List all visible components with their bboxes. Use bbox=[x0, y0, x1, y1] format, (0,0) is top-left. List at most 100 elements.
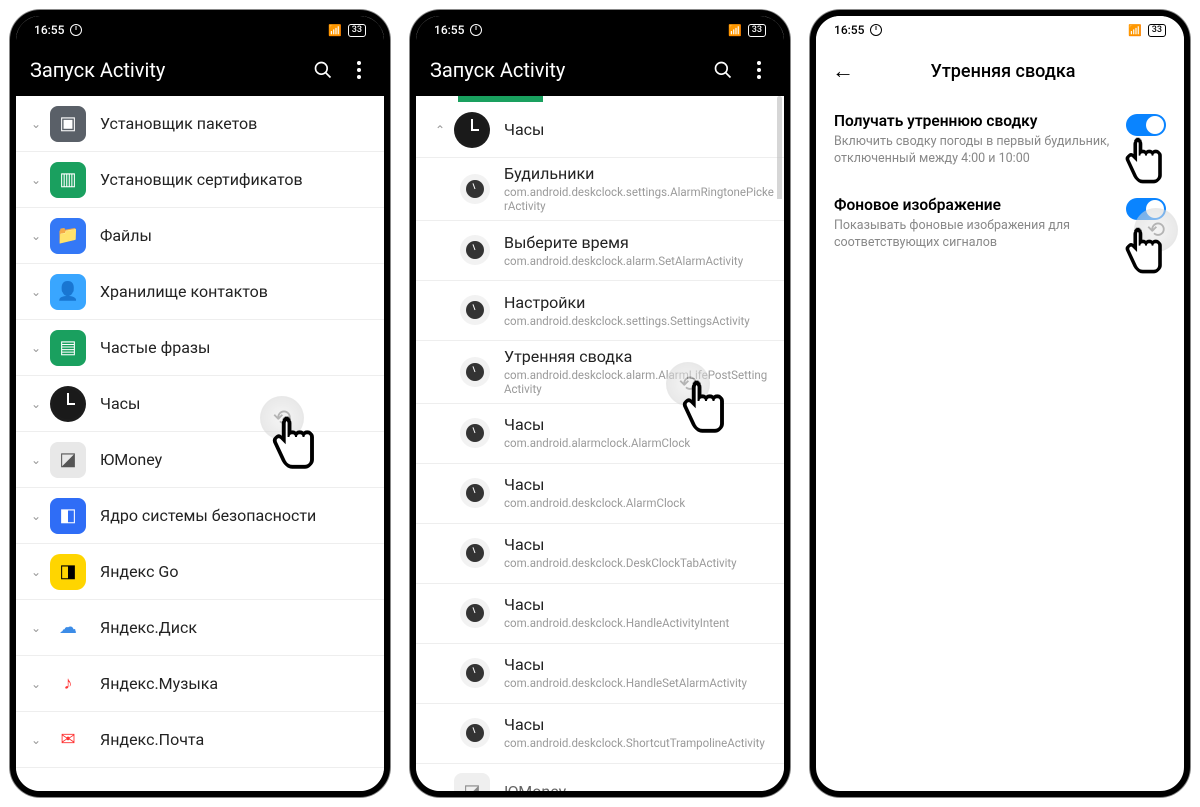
chevron-up-icon: ⌃ bbox=[426, 123, 454, 137]
activity-sub: com.android.deskclock.HandleActivityInte… bbox=[504, 616, 774, 630]
toggle-switch[interactable] bbox=[1126, 198, 1166, 220]
setting-label: Фоновое изображение bbox=[834, 196, 1114, 214]
toggle-switch[interactable] bbox=[1126, 114, 1166, 136]
activity-clock-icon bbox=[460, 357, 490, 387]
app-list[interactable]: ⌄ ▣ Установщик пакетов⌄ ▥ Установщик сер… bbox=[16, 96, 384, 791]
app-label: Яндекс Go bbox=[100, 562, 374, 581]
activity-clock-icon bbox=[460, 538, 490, 568]
activity-label: Часы bbox=[504, 655, 774, 674]
activity-row[interactable]: Часы com.android.deskclock.AlarmClock bbox=[416, 464, 784, 524]
chevron-down-icon: ⌄ bbox=[22, 677, 50, 691]
activity-row[interactable]: Часы com.android.deskclock.ShortcutTramp… bbox=[416, 704, 784, 764]
signal-icon: 📶 bbox=[328, 24, 342, 37]
activity-sub: com.android.deskclock.ShortcutTrampoline… bbox=[504, 736, 774, 750]
activity-sub: com.android.alarmclock.AlarmClock bbox=[504, 436, 774, 450]
activity-clock-icon bbox=[460, 235, 490, 265]
app-row[interactable]: ⌄ ▥ Установщик сертификатов bbox=[16, 152, 384, 208]
activity-row[interactable]: Утренняя сводка com.android.deskclock.al… bbox=[416, 341, 784, 404]
activity-row[interactable]: Настройки com.android.deskclock.settings… bbox=[416, 281, 784, 341]
app-label: Хранилище контактов bbox=[100, 282, 374, 301]
app-row[interactable]: ⌄ ◨ Яндекс Go bbox=[16, 544, 384, 600]
app-row[interactable]: ⌄ ✉ Яндекс.Почта bbox=[16, 712, 384, 768]
app-icon: ▤ bbox=[50, 330, 86, 366]
activity-clock-icon bbox=[460, 718, 490, 748]
app-bar: Запуск Activity bbox=[416, 44, 784, 96]
app-label: Яндекс.Музыка bbox=[100, 674, 374, 693]
app-row[interactable]: ⌄ ♪ Яндекс.Музыка bbox=[16, 656, 384, 712]
chevron-down-icon: ⌄ bbox=[22, 173, 50, 187]
group-header-clock[interactable]: ⌃ Часы bbox=[416, 102, 784, 158]
clock-text: 16:55 bbox=[34, 23, 64, 37]
activity-row[interactable]: Выберите время com.android.deskclock.ala… bbox=[416, 221, 784, 281]
search-icon[interactable] bbox=[712, 59, 734, 81]
activity-label: Часы bbox=[504, 415, 774, 434]
scrollbar[interactable] bbox=[777, 96, 782, 785]
app-row[interactable]: ⌄ ▤ Частые фразы bbox=[16, 320, 384, 376]
app-label: Часы bbox=[100, 394, 374, 413]
app-row[interactable]: ⌄ ◧ Ядро системы безопасности bbox=[16, 488, 384, 544]
activity-row[interactable]: Часы com.android.deskclock.DeskClockTabA… bbox=[416, 524, 784, 584]
app-row[interactable]: ⌄ 👤 Хранилище контактов bbox=[16, 264, 384, 320]
app-row[interactable]: ⌄ ☁ Яндекс.Диск bbox=[16, 600, 384, 656]
app-icon: ☁ bbox=[50, 610, 86, 646]
chevron-down-icon: ⌄ bbox=[22, 285, 50, 299]
setting-row: Получать утреннюю сводку Включить сводку… bbox=[816, 98, 1184, 182]
umoney-app-icon: ◪ bbox=[454, 773, 490, 791]
chevron-down-icon: ⌄ bbox=[22, 229, 50, 243]
phone-1: 16:55 📶 33 Запуск Activity ⌄ ▣ Установщи… bbox=[10, 10, 390, 797]
activity-list[interactable]: ⌃ Часы Будильники com.android.deskclock.… bbox=[416, 96, 784, 791]
battery-icon: 33 bbox=[348, 24, 366, 37]
app-row[interactable]: ⌄ ◪ ЮMoney bbox=[16, 432, 384, 488]
activity-label: Выберите время bbox=[504, 233, 774, 252]
signal-icon: 📶 bbox=[728, 24, 742, 37]
app-icon bbox=[50, 386, 86, 422]
app-row[interactable]: ⌄ Часы bbox=[16, 376, 384, 432]
activity-clock-icon bbox=[460, 418, 490, 448]
app-label: Установщик пакетов bbox=[100, 114, 374, 133]
phone-2: 16:55 📶 33 Запуск Activity ⌃ Часы Будиль… bbox=[410, 10, 790, 797]
group-label: Часы bbox=[504, 120, 774, 139]
app-icon: ♪ bbox=[50, 666, 86, 702]
activity-row[interactable]: Будильники com.android.deskclock.setting… bbox=[416, 158, 784, 221]
group-label: ЮMoney bbox=[504, 782, 774, 792]
battery-icon: 33 bbox=[1148, 24, 1166, 37]
search-icon[interactable] bbox=[312, 59, 334, 81]
activity-sub: com.android.deskclock.alarm.SetAlarmActi… bbox=[504, 254, 774, 268]
activity-row[interactable]: Часы com.android.deskclock.HandleActivit… bbox=[416, 584, 784, 644]
activity-clock-icon bbox=[460, 658, 490, 688]
more-icon[interactable] bbox=[748, 59, 770, 81]
status-bar: 16:55 📶 33 bbox=[416, 16, 784, 44]
alarm-icon bbox=[70, 24, 82, 36]
activity-row[interactable]: Часы com.android.deskclock.HandleSetAlar… bbox=[416, 644, 784, 704]
clock-text: 16:55 bbox=[834, 23, 864, 37]
clock-app-icon bbox=[454, 112, 490, 148]
activity-label: Настройки bbox=[504, 293, 774, 312]
activity-sub: com.android.deskclock.DeskClockTabActivi… bbox=[504, 556, 774, 570]
app-icon: ◧ bbox=[50, 498, 86, 534]
alarm-icon bbox=[470, 24, 482, 36]
app-row[interactable]: ⌄ 📁 Файлы bbox=[16, 208, 384, 264]
chevron-down-icon: ⌄ bbox=[426, 784, 454, 791]
activity-clock-icon bbox=[460, 174, 490, 204]
group-header-umoney[interactable]: ⌄ ◪ ЮMoney bbox=[416, 764, 784, 792]
activity-row[interactable]: Часы com.android.alarmclock.AlarmClock bbox=[416, 404, 784, 464]
app-label: Ядро системы безопасности bbox=[100, 506, 374, 525]
app-bar: Запуск Activity bbox=[16, 44, 384, 96]
activity-clock-icon bbox=[460, 295, 490, 325]
activity-sub: com.android.deskclock.AlarmClock bbox=[504, 496, 774, 510]
app-icon: 👤 bbox=[50, 274, 86, 310]
app-label: ЮMoney bbox=[100, 450, 374, 469]
alarm-icon bbox=[870, 24, 882, 36]
back-arrow-icon[interactable]: ← bbox=[832, 58, 854, 84]
app-label: Частые фразы bbox=[100, 338, 374, 357]
app-row[interactable]: ⌄ ▣ Установщик пакетов bbox=[16, 96, 384, 152]
activity-label: Часы bbox=[504, 595, 774, 614]
app-icon: ▥ bbox=[50, 162, 86, 198]
more-icon[interactable] bbox=[348, 59, 370, 81]
setting-label: Получать утреннюю сводку bbox=[834, 112, 1114, 130]
settings-title: Утренняя сводка bbox=[872, 61, 1134, 82]
app-label: Установщик сертификатов bbox=[100, 170, 374, 189]
chevron-down-icon: ⌄ bbox=[22, 621, 50, 635]
activity-label: Будильники bbox=[504, 164, 774, 183]
clock-text: 16:55 bbox=[434, 23, 464, 37]
